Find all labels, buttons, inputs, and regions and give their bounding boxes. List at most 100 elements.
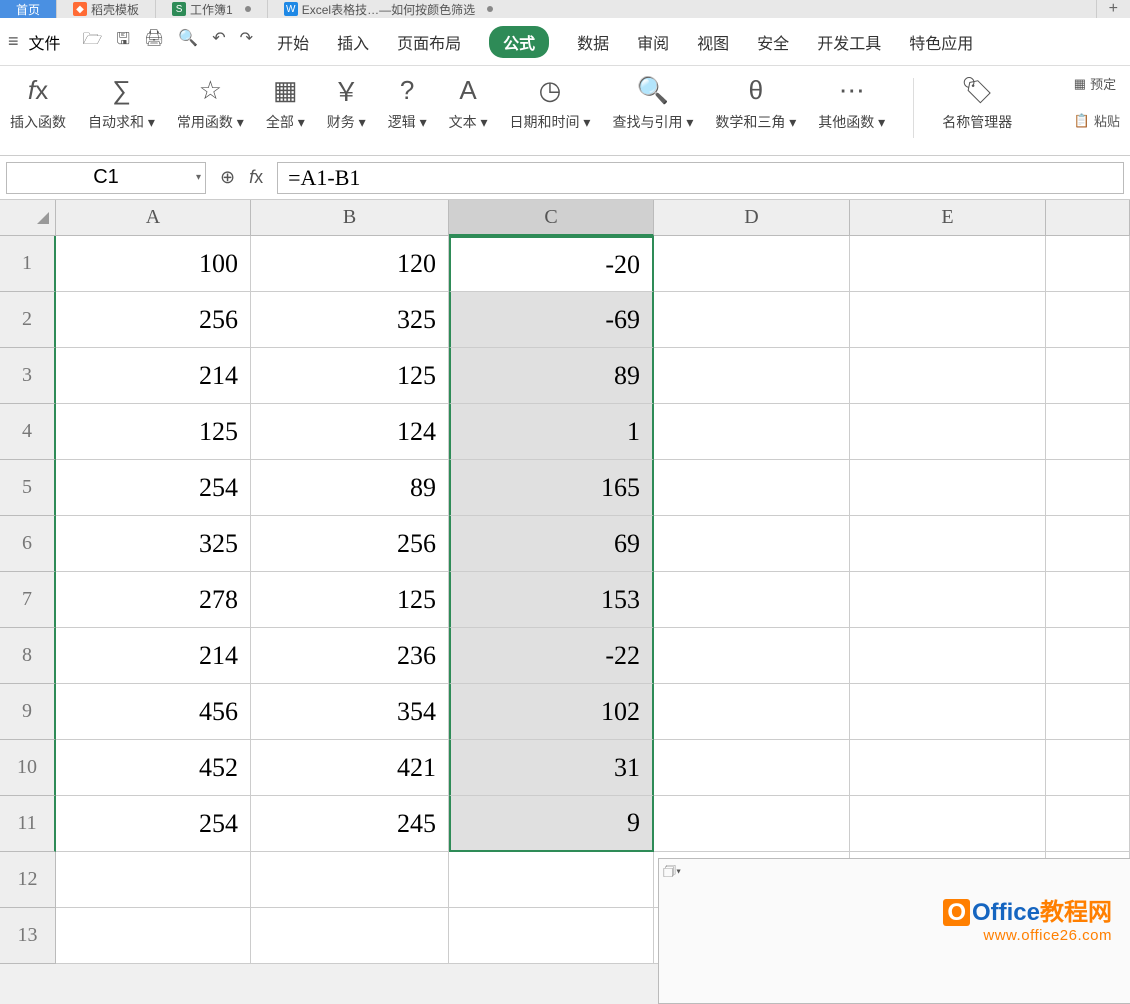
cell[interactable] [850,236,1046,292]
row-header-9[interactable]: 9 [0,684,56,740]
column-header-A[interactable]: A [56,200,251,236]
tab-home[interactable]: 首页 [0,0,57,18]
row-header-2[interactable]: 2 [0,292,56,348]
cell[interactable]: 125 [56,404,251,460]
cell[interactable]: 256 [56,292,251,348]
ribbon-common-fn[interactable]: ☆ 常用函数 ▾ [177,74,244,132]
cell[interactable]: 278 [56,572,251,628]
menu-view[interactable]: 视图 [697,30,729,54]
cell[interactable]: 354 [251,684,449,740]
cell[interactable]: 421 [251,740,449,796]
cell[interactable]: 69 [449,516,654,572]
cell[interactable] [850,796,1046,852]
cell[interactable]: 254 [56,796,251,852]
row-header-3[interactable]: 3 [0,348,56,404]
cell[interactable] [850,404,1046,460]
cell[interactable] [1046,236,1130,292]
row-header-5[interactable]: 5 [0,460,56,516]
cell[interactable] [850,460,1046,516]
menu-formula[interactable]: 公式 [489,26,549,58]
column-header-D[interactable]: D [654,200,850,236]
save-icon[interactable]: 🖫 [116,28,130,55]
ribbon-calc[interactable]: ▦ 预定 [1074,74,1120,93]
cell[interactable] [850,628,1046,684]
cell[interactable] [654,796,850,852]
cell[interactable]: 214 [56,628,251,684]
ribbon-lookup[interactable]: 🔍 查找与引用 ▾ [612,74,693,132]
zoom-icon[interactable]: ⊕ [220,167,235,188]
cell[interactable]: 1 [449,404,654,460]
menu-security[interactable]: 安全 [757,30,789,54]
cell[interactable]: 325 [56,516,251,572]
select-all-corner[interactable] [0,200,56,236]
row-header-4[interactable]: 4 [0,404,56,460]
cell[interactable]: 120 [251,236,449,292]
menu-review[interactable]: 审阅 [637,30,669,54]
cell[interactable]: 153 [449,572,654,628]
cell[interactable] [1046,628,1130,684]
cell[interactable] [654,404,850,460]
tab-template[interactable]: ◆稻壳模板 [57,0,156,18]
cell-reference-box[interactable]: C1 ▾ [6,162,206,194]
row-header-13[interactable]: 13 [0,908,56,964]
cell[interactable]: 214 [56,348,251,404]
formula-input[interactable]: =A1-B1 [277,162,1124,194]
cell[interactable] [56,852,251,908]
ribbon-finance[interactable]: ￥ 财务 ▾ [327,74,366,132]
cell[interactable]: 9 [449,796,654,852]
cell[interactable]: -22 [449,628,654,684]
menu-special[interactable]: 特色应用 [909,30,973,54]
undo-icon[interactable]: ↶ [212,28,225,55]
ribbon-math[interactable]: θ 数学和三角 ▾ [715,74,796,132]
cell[interactable] [56,908,251,964]
ribbon-other-fn[interactable]: ⋯ 其他函数 ▾ [818,74,885,132]
cell[interactable] [654,460,850,516]
ribbon-text[interactable]: A 文本 ▾ [449,74,488,132]
cell[interactable] [654,572,850,628]
ribbon-all-fn[interactable]: ▦ 全部 ▾ [266,74,305,132]
row-header-12[interactable]: 12 [0,852,56,908]
ribbon-name-manager[interactable]: 🏷 名称管理器 [942,74,1012,132]
row-header-11[interactable]: 11 [0,796,56,852]
ribbon-autosum[interactable]: ∑ 自动求和 ▾ [88,74,155,132]
ribbon-datetime[interactable]: ◷ 日期和时间 ▾ [510,74,591,132]
cell[interactable] [1046,404,1130,460]
cell[interactable]: 102 [449,684,654,740]
ribbon-insert-fn[interactable]: fx 插入函数 [10,74,66,132]
cell[interactable] [1046,740,1130,796]
menu-data[interactable]: 数据 [577,30,609,54]
cell[interactable]: 125 [251,348,449,404]
cell[interactable]: -20 [449,236,654,292]
menu-insert[interactable]: 插入 [337,30,369,54]
column-header-end[interactable] [1046,200,1130,236]
menu-pagelayout[interactable]: 页面布局 [397,30,461,54]
row-header-6[interactable]: 6 [0,516,56,572]
row-header-7[interactable]: 7 [0,572,56,628]
hamburger-icon[interactable]: ≡ [8,31,19,52]
row-header-10[interactable]: 10 [0,740,56,796]
cell[interactable]: -69 [449,292,654,348]
cell[interactable]: 89 [449,348,654,404]
cell[interactable] [449,908,654,964]
preview-icon[interactable]: 🔍 [178,28,198,55]
open-icon[interactable]: 🗁 [83,28,103,55]
column-header-B[interactable]: B [251,200,449,236]
cell[interactable] [654,628,850,684]
cell[interactable] [1046,796,1130,852]
ribbon-paste[interactable]: 📋 粘贴 [1074,111,1120,130]
cell[interactable]: 254 [56,460,251,516]
cell[interactable] [850,348,1046,404]
cell[interactable]: 89 [251,460,449,516]
cell[interactable] [654,684,850,740]
cell[interactable] [1046,460,1130,516]
column-header-C[interactable]: C [449,200,654,236]
cell[interactable] [654,516,850,572]
cell[interactable] [850,572,1046,628]
cell[interactable] [1046,684,1130,740]
cell[interactable] [1046,292,1130,348]
cell[interactable] [654,740,850,796]
cell[interactable] [850,292,1046,348]
cell[interactable]: 124 [251,404,449,460]
tab-excel-doc[interactable]: WExcel表格技…—如何按颜色筛选 [268,0,1097,18]
cell[interactable] [850,516,1046,572]
